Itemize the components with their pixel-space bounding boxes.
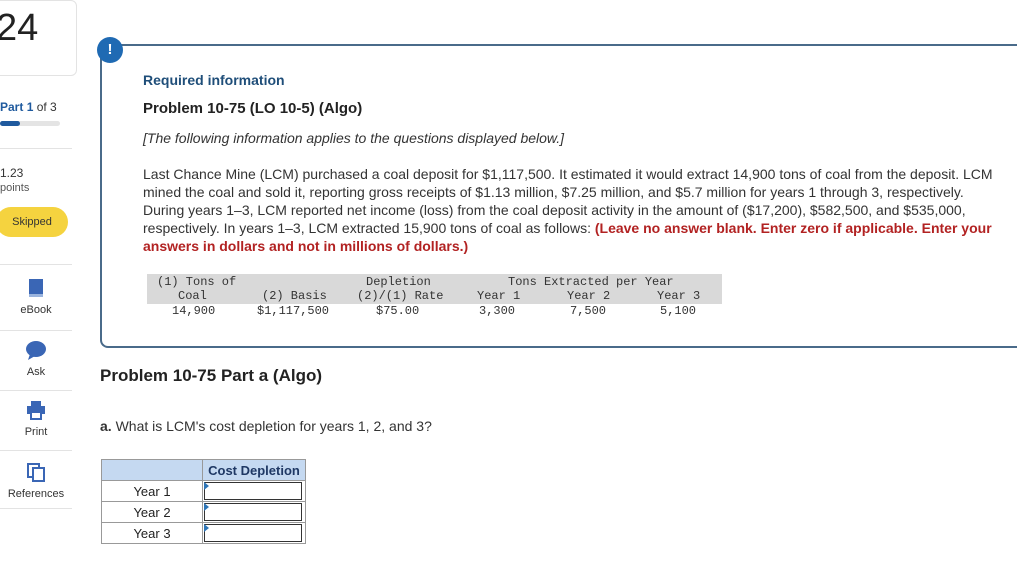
table-row: Year 1 (101, 480, 306, 502)
input-marker-icon (204, 524, 209, 532)
points-value: 1.23 (0, 166, 24, 180)
row-label-year2: Year 2 (101, 501, 203, 523)
col-rate-header-1: Depletion (366, 275, 431, 289)
print-label: Print (24, 426, 48, 438)
depletion-data-table: (1) Tons of Coal 14,900 (2) Basis $1,117… (147, 274, 722, 318)
problem-title: Problem 10-75 (LO 10-5) (Algo) (143, 100, 363, 117)
question-text: What is LCM's cost depletion for years 1… (115, 418, 432, 434)
divider (0, 330, 72, 331)
divider (0, 148, 72, 149)
ask-button[interactable]: Ask (0, 340, 72, 378)
year2-value: 7,500 (570, 304, 607, 318)
tons-extracted-header: Tons Extracted per Year (508, 275, 674, 289)
year3-cost-depletion-input[interactable] (204, 524, 302, 542)
answer-table: Cost Depletion Year 1 Year 2 Year 3 (101, 459, 306, 544)
divider (0, 450, 72, 451)
year1-value: 3,300 (479, 304, 516, 318)
references-label: References (7, 488, 65, 500)
divider (0, 508, 72, 509)
required-heading: Required information (143, 72, 285, 88)
problem-body: Last Chance Mine (LCM) purchased a coal … (143, 165, 993, 255)
part-progress-bar (0, 121, 60, 126)
part-total: of 3 (36, 100, 57, 114)
col-tons-header-2: Coal (178, 289, 207, 303)
part-indicator: Part 1 of 3 (0, 100, 57, 114)
part-label: Part (0, 100, 24, 114)
header-blank-cell (101, 459, 203, 481)
input-marker-icon (204, 503, 209, 511)
col-basis-value: $1,117,500 (257, 304, 330, 318)
row-label-year1: Year 1 (101, 480, 203, 502)
col-rate-header-2: (2)/(1) Rate (357, 289, 444, 303)
book-icon (29, 279, 43, 297)
year2-cost-depletion-input[interactable] (204, 503, 302, 521)
answer-cell (202, 501, 306, 523)
year3-value: 5,100 (660, 304, 697, 318)
part-current: 1 (26, 100, 34, 114)
chat-bubble-icon (26, 341, 46, 360)
part-a-title: Problem 10-75 Part a (Algo) (100, 366, 323, 385)
row-label-year3: Year 3 (101, 522, 203, 544)
ebook-button[interactable]: eBook (0, 278, 72, 316)
year3-header: Year 3 (657, 289, 701, 303)
answer-header-row: Cost Depletion (101, 459, 306, 481)
part-progress-fill (0, 121, 20, 126)
cost-depletion-header: Cost Depletion (202, 459, 306, 481)
table-row: Year 2 (101, 501, 306, 523)
col-tons-value: 14,900 (172, 304, 216, 318)
question-number: 24 (0, 7, 39, 49)
divider (0, 264, 72, 265)
year1-cost-depletion-input[interactable] (204, 482, 302, 500)
input-marker-icon (204, 482, 209, 490)
year2-header: Year 2 (567, 289, 611, 303)
ask-label: Ask (26, 366, 46, 378)
sidebar: 24 Part 1 of 3 1.23 points Skipped eBook… (0, 0, 77, 575)
answer-cell (202, 480, 306, 502)
answer-cell (202, 522, 306, 544)
col-tons-header-1: (1) Tons of (157, 275, 237, 289)
question: a. What is LCM's cost depletion for year… (100, 418, 432, 434)
alert-icon: ! (97, 37, 123, 63)
year1-header: Year 1 (477, 289, 521, 303)
question-number-card: 24 (0, 0, 77, 76)
col-basis-header: (2) Basis (262, 289, 327, 303)
bracket-note: [The following information applies to th… (143, 130, 565, 146)
copy-icon (27, 463, 45, 482)
col-rate-value: $75.00 (376, 304, 420, 318)
ebook-label: eBook (20, 304, 52, 316)
points-label: points (0, 182, 30, 194)
question-letter: a. (100, 418, 112, 434)
divider (0, 390, 72, 391)
references-button[interactable]: References (0, 462, 72, 500)
skipped-button[interactable]: Skipped (0, 207, 68, 237)
print-button[interactable]: Print (0, 400, 72, 438)
table-row: Year 3 (101, 522, 306, 544)
printer-icon (27, 401, 45, 420)
